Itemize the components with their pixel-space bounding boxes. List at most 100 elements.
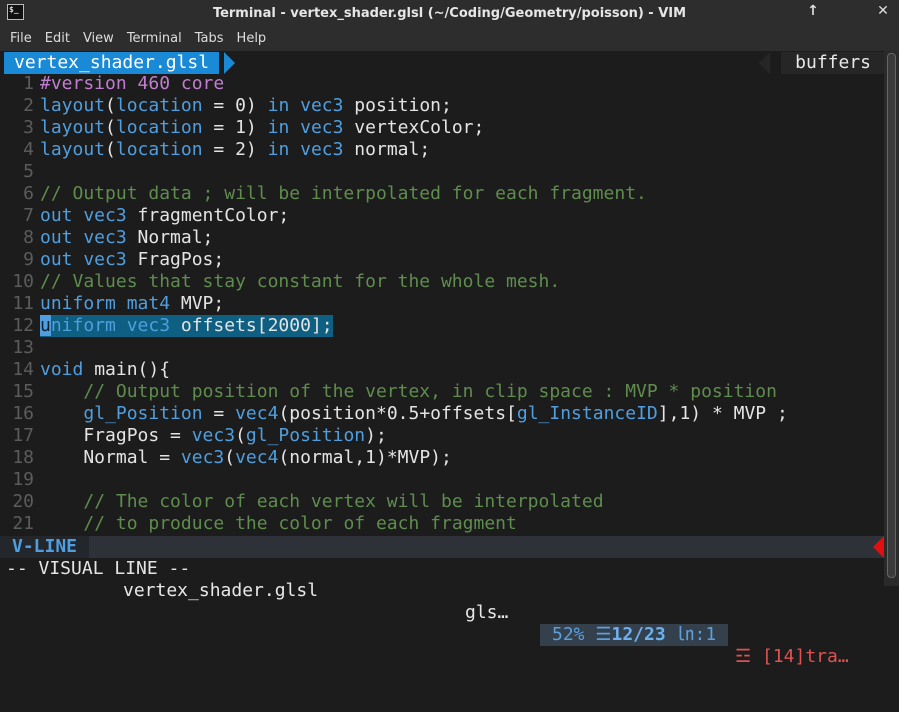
code-token: (position*0.5+offsets[ [278, 403, 517, 424]
line-number: 13 [12, 337, 34, 358]
code-token: gl_InstanceID [516, 403, 658, 424]
tab-vertex-shader[interactable]: vertex_shader.glsl [4, 52, 220, 74]
line-number: 7 [23, 205, 34, 226]
buffers-separator [759, 52, 770, 74]
line-number: 2 [23, 95, 34, 116]
title-bar: $_ Terminal - vertex_shader.glsl (~/Codi… [0, 0, 899, 26]
status-warning: ☲ [14]tra… [735, 646, 849, 668]
code-token: fragmentColor; [126, 205, 290, 226]
menu-tabs[interactable]: Tabs [195, 31, 224, 46]
mode-indicator: V-LINE [0, 536, 90, 558]
code-line: 15 // Output position of the vertex, in … [0, 381, 884, 403]
code-line: 16 gl_Position = vec4(position*0.5+offse… [0, 403, 884, 425]
terminal-app-icon[interactable]: $_ [7, 4, 24, 20]
code-token: in vec3 [267, 139, 344, 160]
line-text: layout(location = 0) in vec3 position; [40, 95, 452, 117]
code-token: Normal = [40, 447, 181, 468]
code-line: 19 [0, 469, 884, 491]
code-token: // The color of each vertex will be inte… [83, 491, 604, 512]
code-line: 14 void main(){ [0, 359, 884, 381]
code-token: // Values that stay constant for the who… [40, 271, 561, 292]
line-number: 8 [23, 227, 34, 248]
code-token: gl_Position [245, 425, 366, 446]
code-token: layout [40, 117, 106, 138]
code-line: 5 [0, 161, 884, 183]
code-token: vec3 [180, 447, 225, 468]
line-number: 16 [12, 403, 34, 424]
line-number: 11 [12, 293, 34, 314]
status-percent: 52% [552, 624, 585, 645]
code-token: in vec3 [267, 117, 344, 138]
maximize-button[interactable]: ↑ [803, 3, 823, 19]
line-text: out vec3 fragmentColor; [40, 205, 289, 227]
vim-editor[interactable]: vertex_shader.glsl buffers 1 #version 460… [0, 51, 884, 667]
code-line: 7 out vec3 fragmentColor; [0, 205, 884, 227]
line-text: out vec3 FragPos; [40, 249, 224, 271]
code-line: 8 out vec3 Normal; [0, 227, 884, 249]
code-token: offsets[2000]; [170, 315, 333, 336]
line-text: gl_Position = vec4(position*0.5+offsets[… [40, 403, 788, 425]
code-token: uniform mat4 [40, 293, 171, 314]
menu-terminal[interactable]: Terminal [127, 31, 182, 46]
scrollbar-thumb[interactable] [887, 53, 896, 578]
code-area[interactable]: 1 #version 460 core 2 layout(location = 0) … [0, 73, 884, 535]
line-number: 1 [23, 73, 34, 94]
code-token: ( [105, 139, 116, 160]
code-token: layout [40, 95, 106, 116]
code-line: 3 layout(location = 1) in vec3 vertexColo… [0, 117, 884, 139]
code-token: layout [40, 139, 106, 160]
line-text: Normal = vec3(vec4(normal,1)*MVP); [40, 447, 452, 469]
code-token: vec3 [191, 425, 236, 446]
warning-icon: ☲ [735, 646, 752, 667]
line-text: // Output data ; will be interpolated fo… [40, 183, 647, 205]
code-token: normal; [343, 139, 431, 160]
line-number: 10 [12, 271, 34, 292]
line-text: layout(location = 2) in vec3 normal; [40, 139, 430, 161]
line-text: // Values that stay constant for the who… [40, 271, 560, 293]
code-token: ],1) * MVP ; [657, 403, 788, 424]
code-line: 2 layout(location = 0) in vec3 position; [0, 95, 884, 117]
window-title: Terminal - vertex_shader.glsl (~/Coding/… [212, 5, 687, 21]
scrollbar[interactable] [884, 51, 899, 586]
status-position: 52% ☰12/23 ㏑:1 [540, 624, 729, 646]
line-number: 5 [23, 161, 34, 182]
line-text: uniform mat4 MVP; [40, 293, 224, 315]
menu-view[interactable]: View [83, 31, 114, 46]
code-line: 11 uniform mat4 MVP; [0, 293, 884, 315]
cursor: u [40, 315, 51, 336]
menu-help[interactable]: Help [237, 31, 267, 46]
menu-file[interactable]: File [10, 31, 32, 46]
code-line: 9 out vec3 FragPos; [0, 249, 884, 271]
code-token: = 1) [202, 117, 268, 138]
code-token: // Output data ; will be interpolated fo… [40, 183, 647, 204]
line-number: 18 [12, 447, 34, 468]
code-token: gl_Position [83, 403, 203, 424]
close-button[interactable]: ✕ [873, 3, 893, 19]
status-filename: vertex_shader.glsl [123, 580, 319, 601]
menu-edit[interactable]: Edit [45, 31, 70, 46]
line-number: 4 [23, 139, 34, 160]
line-number: 6 [23, 183, 34, 204]
line-text: // to produce the color of each fragment [40, 513, 517, 535]
line-number: 14 [12, 359, 34, 380]
line-number: 17 [12, 425, 34, 446]
code-token: position; [343, 95, 452, 116]
vim-tabline: vertex_shader.glsl buffers [0, 52, 884, 74]
code-line: 21 // to produce the color of each fragm… [0, 513, 884, 535]
code-line: 10 // Values that stay constant for the w… [0, 271, 884, 293]
line-text: uniform vec3 offsets[2000]; [40, 315, 333, 337]
code-token: location [115, 117, 203, 138]
code-token: ( [224, 447, 236, 468]
code-token: vec4 [235, 403, 279, 424]
buffers-label[interactable]: buffers [781, 52, 884, 74]
code-token: // to produce the color of each fragment [83, 513, 517, 534]
menu-bar: File Edit View Terminal Tabs Help [0, 26, 899, 51]
warning-text: [14]tra… [761, 646, 849, 667]
line-text: #version 460 core [40, 73, 224, 95]
line-text: layout(location = 1) in vec3 vertexColor… [40, 117, 484, 139]
code-token: vec4 [235, 447, 279, 468]
command-line[interactable]: -- VISUAL LINE -- [0, 558, 190, 580]
